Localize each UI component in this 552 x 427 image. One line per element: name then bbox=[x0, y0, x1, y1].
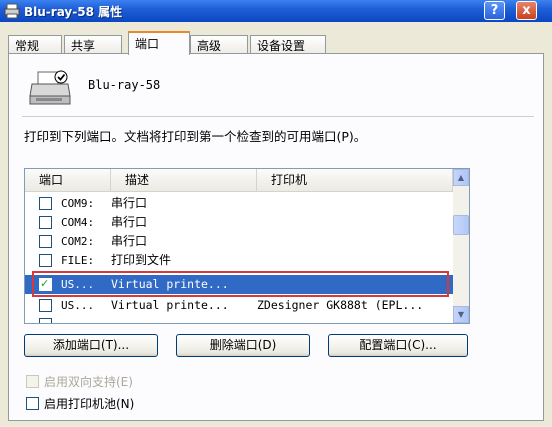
port-checkbox[interactable] bbox=[39, 254, 52, 267]
port-description: Virtual printe... bbox=[111, 298, 229, 312]
port-name: COM2: bbox=[61, 235, 95, 248]
pooling-label: 启用打印机池(N) bbox=[44, 397, 135, 411]
separator bbox=[22, 116, 534, 117]
tab-device-settings[interactable]: 设备设置 bbox=[250, 35, 326, 54]
tab-general[interactable]: 常规 bbox=[8, 35, 62, 54]
port-row[interactable]: FILE: 打印到文件 bbox=[25, 251, 453, 270]
port-name: US... bbox=[61, 278, 95, 291]
port-checkbox[interactable] bbox=[39, 299, 52, 312]
bidirectional-label: 启用双向支持(E) bbox=[44, 375, 133, 389]
close-button[interactable]: x bbox=[516, 1, 537, 20]
port-printer: ZDesigner GK888t (EPL... bbox=[257, 298, 424, 312]
delete-port-button[interactable]: 删除端口(D) bbox=[176, 334, 310, 357]
port-list-scrollbar[interactable]: ▲ ▼ bbox=[453, 169, 469, 323]
tab-sharing[interactable]: 共享 bbox=[64, 35, 122, 54]
column-port[interactable]: 端口 bbox=[25, 169, 111, 191]
port-list[interactable]: 端口 描述 打印机 COM9: 串行口 COM4: 串行口 COM2: 串行口 … bbox=[24, 168, 470, 324]
port-instruction: 打印到下列端口。文档将打印到第一个检查到的可用端口(P)。 bbox=[24, 129, 367, 144]
port-checkbox[interactable] bbox=[39, 318, 52, 323]
port-checkbox[interactable] bbox=[39, 197, 52, 210]
port-description: 串行口 bbox=[111, 234, 148, 248]
scroll-thumb[interactable] bbox=[453, 215, 469, 235]
port-name: COM4: bbox=[61, 216, 95, 229]
port-row[interactable]: COM4: 串行口 bbox=[25, 213, 453, 232]
port-checkbox[interactable] bbox=[39, 216, 52, 229]
tab-advanced[interactable]: 高级 bbox=[190, 35, 248, 54]
scroll-up-icon[interactable]: ▲ bbox=[453, 169, 469, 186]
pooling-checkbox[interactable] bbox=[26, 397, 39, 410]
title-bar[interactable]: Blu-ray-58 属性 ? x bbox=[0, 0, 552, 22]
port-row[interactable]: COM9: 串行口 bbox=[25, 194, 453, 213]
port-description: 串行口 bbox=[111, 196, 148, 210]
add-port-button[interactable]: 添加端口(T)... bbox=[24, 334, 158, 357]
bidirectional-checkbox[interactable] bbox=[26, 375, 39, 388]
port-row-partial[interactable] bbox=[25, 315, 453, 323]
port-description: 串行口 bbox=[111, 215, 148, 229]
port-row[interactable]: US... Virtual printe... ZDesigner GK888t… bbox=[25, 296, 453, 315]
help-button[interactable]: ? bbox=[484, 1, 505, 20]
port-name: US... bbox=[61, 299, 95, 312]
port-description: Virtual printe... bbox=[111, 277, 229, 291]
column-description[interactable]: 描述 bbox=[111, 169, 257, 191]
tab-ports[interactable]: 端口 bbox=[128, 31, 190, 55]
printer-name: Blu-ray-58 bbox=[88, 78, 161, 92]
port-checkbox-checked[interactable] bbox=[39, 274, 52, 293]
port-description: 打印到文件 bbox=[111, 253, 172, 267]
configure-port-button[interactable]: 配置端口(C)... bbox=[328, 334, 468, 357]
printer-large-icon bbox=[29, 70, 71, 105]
port-checkbox[interactable] bbox=[39, 235, 52, 248]
column-printer[interactable]: 打印机 bbox=[257, 169, 453, 191]
port-name: FILE: bbox=[61, 254, 95, 267]
port-row[interactable]: COM2: 串行口 bbox=[25, 232, 453, 251]
port-row-selected[interactable]: US... Virtual printe... bbox=[25, 274, 453, 294]
port-list-header: 端口 描述 打印机 bbox=[25, 169, 453, 192]
scroll-down-icon[interactable]: ▼ bbox=[453, 306, 469, 323]
port-name: COM9: bbox=[61, 197, 95, 210]
window-title: Blu-ray-58 属性 bbox=[24, 5, 123, 19]
printer-icon bbox=[4, 3, 20, 19]
